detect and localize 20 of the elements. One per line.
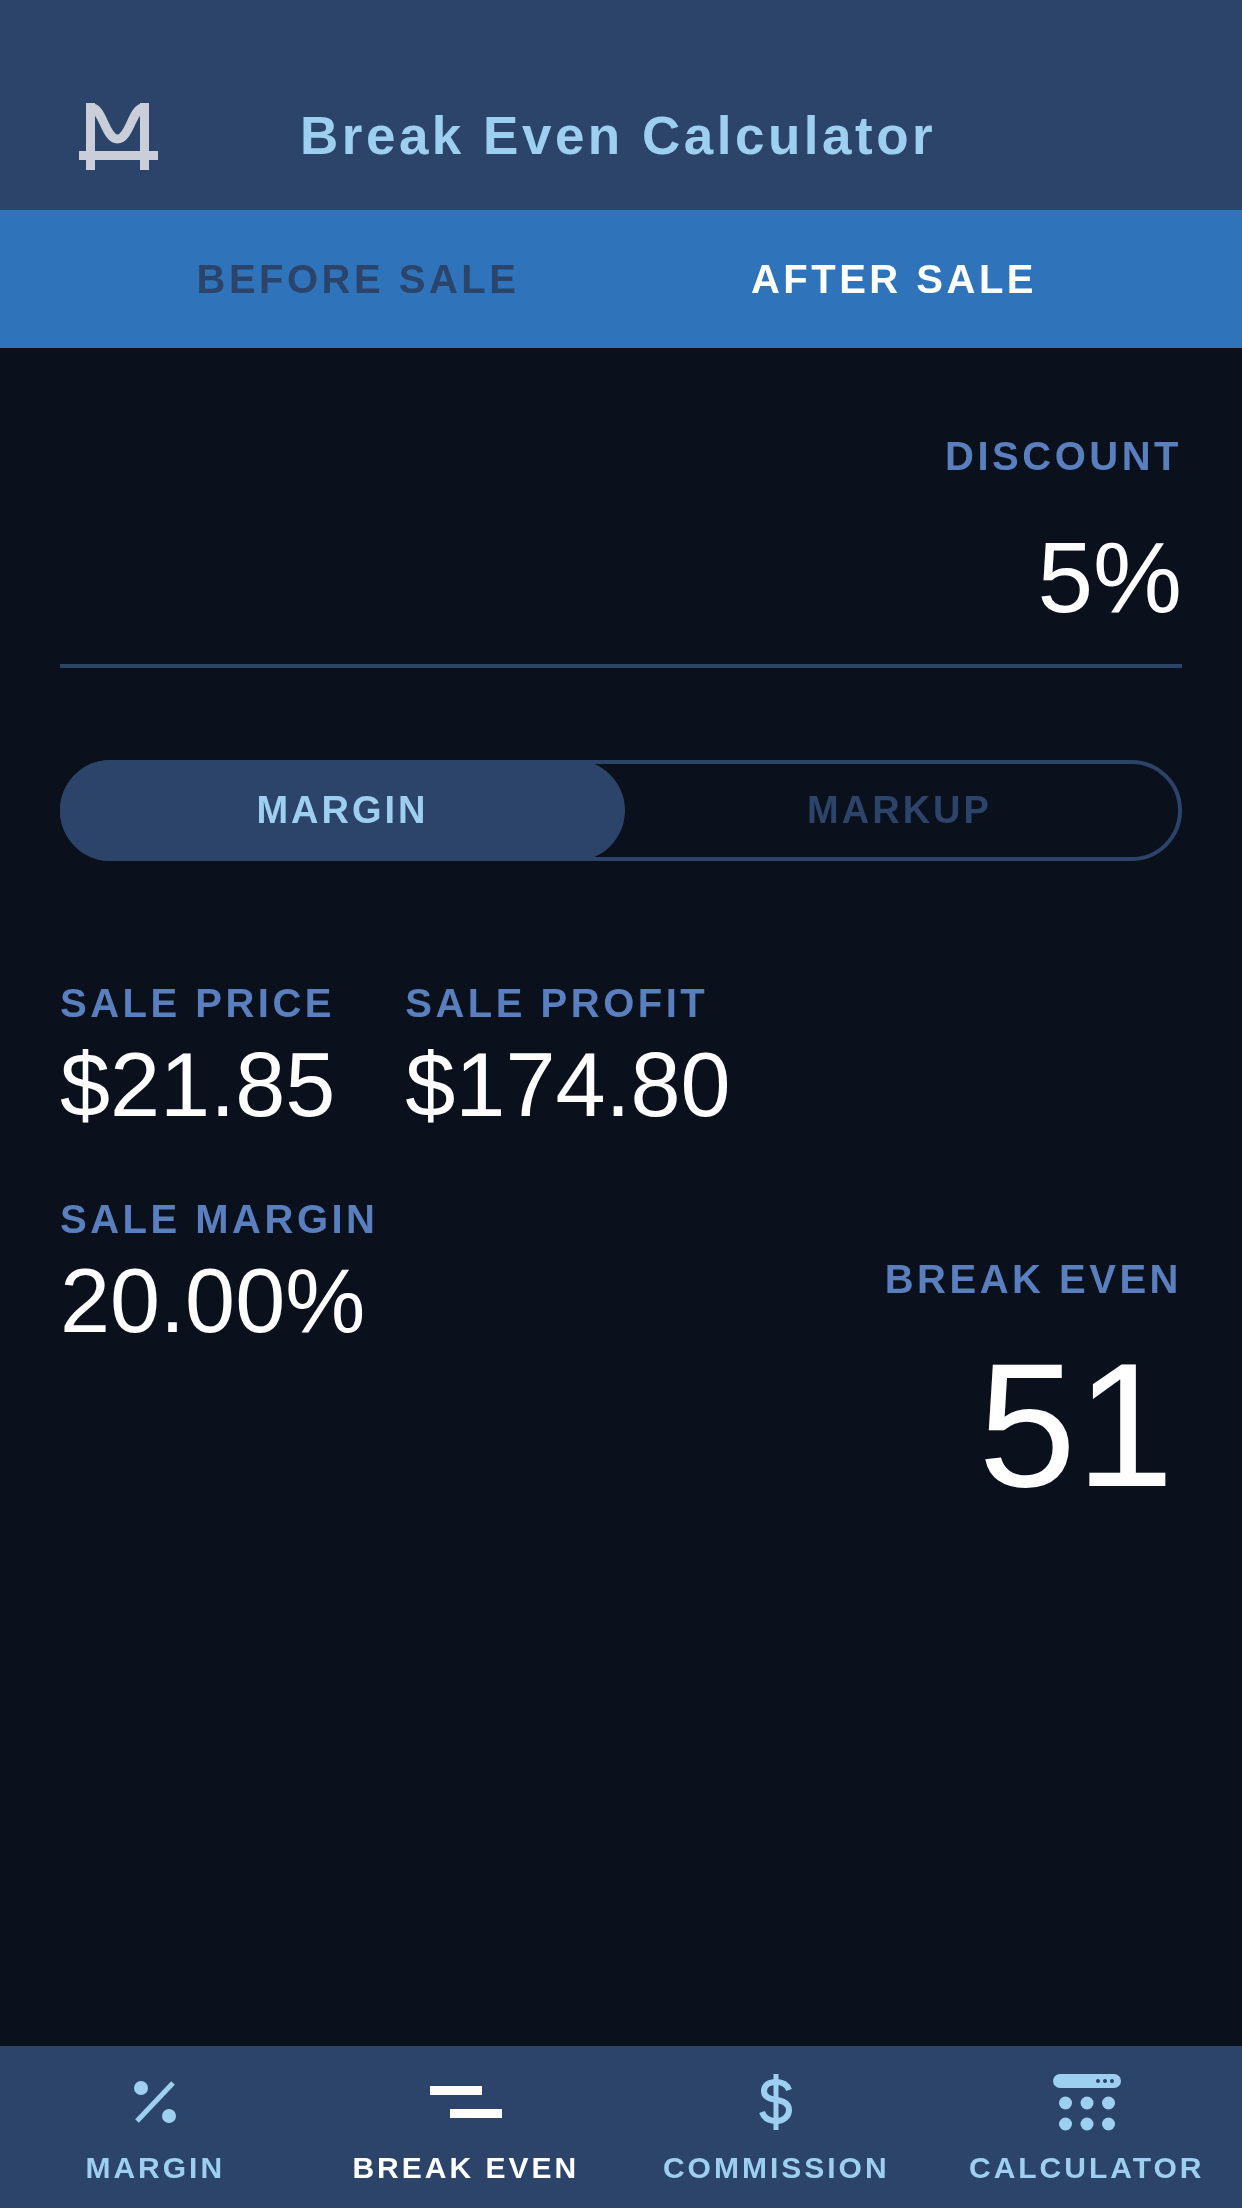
tab[interactable]: AFTER SALE (626, 210, 1162, 348)
break-even-value: 51 (978, 1335, 1174, 1515)
segment-button[interactable]: MARGIN (60, 760, 625, 861)
stat-value: 20.00% (60, 1251, 366, 1351)
nav-item[interactable]: CALCULATOR (931, 2046, 1242, 2208)
break-even-label: BREAK EVEN (884, 1256, 1182, 1303)
stat-label: SALE PRICE (60, 980, 336, 1027)
discount-label: DISCOUNT (945, 433, 1182, 480)
nav-item[interactable]: MARGIN (0, 2046, 311, 2208)
stat-value: $21.85 (60, 1035, 336, 1135)
calculator-icon (1052, 2073, 1121, 2131)
nav-item[interactable]: COMMISSION (621, 2046, 932, 2208)
stat-value: $174.80 (405, 1035, 731, 1135)
screen-title: Break Even Calculator (300, 105, 937, 167)
logo-icon (79, 102, 158, 170)
offset-bars-icon (429, 2086, 502, 2118)
nav-item[interactable]: BREAK EVEN (310, 2046, 621, 2208)
discount-field[interactable]: 5% (60, 520, 1182, 668)
stat-label: SALE MARGIN (60, 1196, 379, 1243)
stat-label: SALE PROFIT (405, 980, 709, 1027)
